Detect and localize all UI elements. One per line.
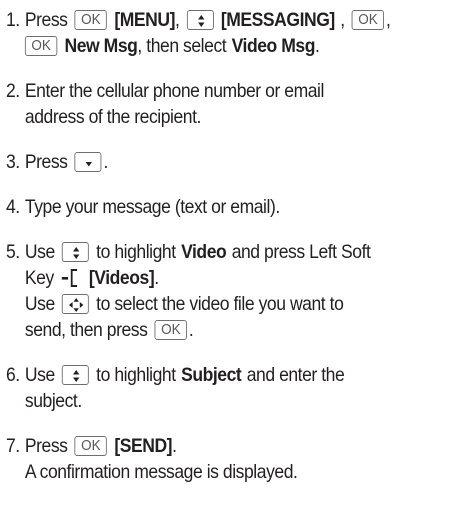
- step-number: 4.: [6, 196, 20, 218]
- step-text: and press Left Soft: [231, 241, 371, 263]
- up-down-navigation-key-icon: [61, 242, 89, 262]
- step-4: 4. Type your message (text or email).: [6, 194, 422, 220]
- menu-label: [MENU]: [114, 9, 175, 31]
- period: .: [154, 267, 159, 289]
- ok-key-icon: OK: [351, 10, 385, 30]
- ok-key-icon: OK: [74, 10, 108, 30]
- ok-key-icon: OK: [74, 436, 108, 456]
- period: .: [172, 435, 177, 457]
- step-text: Use: [24, 241, 55, 263]
- up-down-navigation-key-icon: [61, 365, 89, 385]
- period: .: [103, 151, 109, 173]
- step-2: 2. Enter the cellular phone number or em…: [6, 78, 422, 130]
- step-text: address of the recipient.: [24, 106, 202, 128]
- ok-key-icon: OK: [24, 36, 58, 56]
- video-msg-label: Video Msg: [231, 35, 316, 57]
- step-text: Press: [24, 151, 68, 173]
- video-label: Video: [181, 241, 227, 263]
- step-text: to highlight: [96, 241, 176, 263]
- step-text: A confirmation message is displayed.: [24, 461, 298, 483]
- period: .: [188, 319, 194, 341]
- step-number: 7.: [6, 435, 20, 457]
- subject-label: Subject: [181, 364, 242, 386]
- comma: ,: [174, 9, 180, 31]
- step-number: 5.: [6, 241, 20, 263]
- step-text: subject.: [24, 390, 82, 412]
- step-text: Use: [24, 364, 55, 386]
- down-navigation-key-icon: [74, 152, 102, 172]
- comma: ,: [340, 9, 345, 31]
- new-msg-label: New Msg: [64, 35, 138, 57]
- step-text: Key: [24, 267, 54, 289]
- step-5: 5. Use to highlight Video and press Left…: [6, 239, 422, 343]
- step-text: Use: [24, 293, 55, 315]
- step-text: Press: [24, 9, 68, 31]
- left-soft-key-icon: [61, 268, 81, 288]
- step-text: send, then press: [24, 319, 148, 341]
- step-number: 6.: [6, 364, 20, 386]
- videos-label: [Videos]: [88, 267, 155, 289]
- step-7: 7. Press OK [SEND]. A confirmation messa…: [6, 433, 422, 485]
- step-text: Press: [24, 435, 68, 457]
- step-number: 3.: [6, 151, 20, 173]
- up-down-navigation-key-icon: [186, 10, 214, 30]
- step-text: , then select: [137, 35, 227, 57]
- step-text: and enter the: [246, 364, 345, 386]
- instruction-page: 1. Press OK [MENU], [MESSAGING], OK, OK …: [0, 0, 470, 518]
- step-text: to select the video file you want to: [96, 293, 344, 315]
- step-1: 1. Press OK [MENU], [MESSAGING], OK, OK …: [6, 7, 422, 59]
- step-text: Type your message (text or email).: [24, 196, 280, 218]
- ok-key-icon: OK: [154, 320, 188, 340]
- step-number: 1.: [6, 9, 20, 31]
- step-text: to highlight: [96, 364, 176, 386]
- step-3: 3. Press .: [6, 149, 422, 175]
- step-text: Enter the cellular phone number or email: [24, 80, 325, 102]
- step-6: 6. Use to highlight Subject and enter th…: [6, 362, 422, 414]
- messaging-label: [MESSAGING]: [220, 9, 335, 31]
- comma: ,: [386, 9, 391, 31]
- send-label: [SEND]: [114, 435, 173, 457]
- period: .: [315, 35, 320, 57]
- step-number: 2.: [6, 80, 20, 102]
- four-way-navigation-key-icon: [61, 294, 89, 314]
